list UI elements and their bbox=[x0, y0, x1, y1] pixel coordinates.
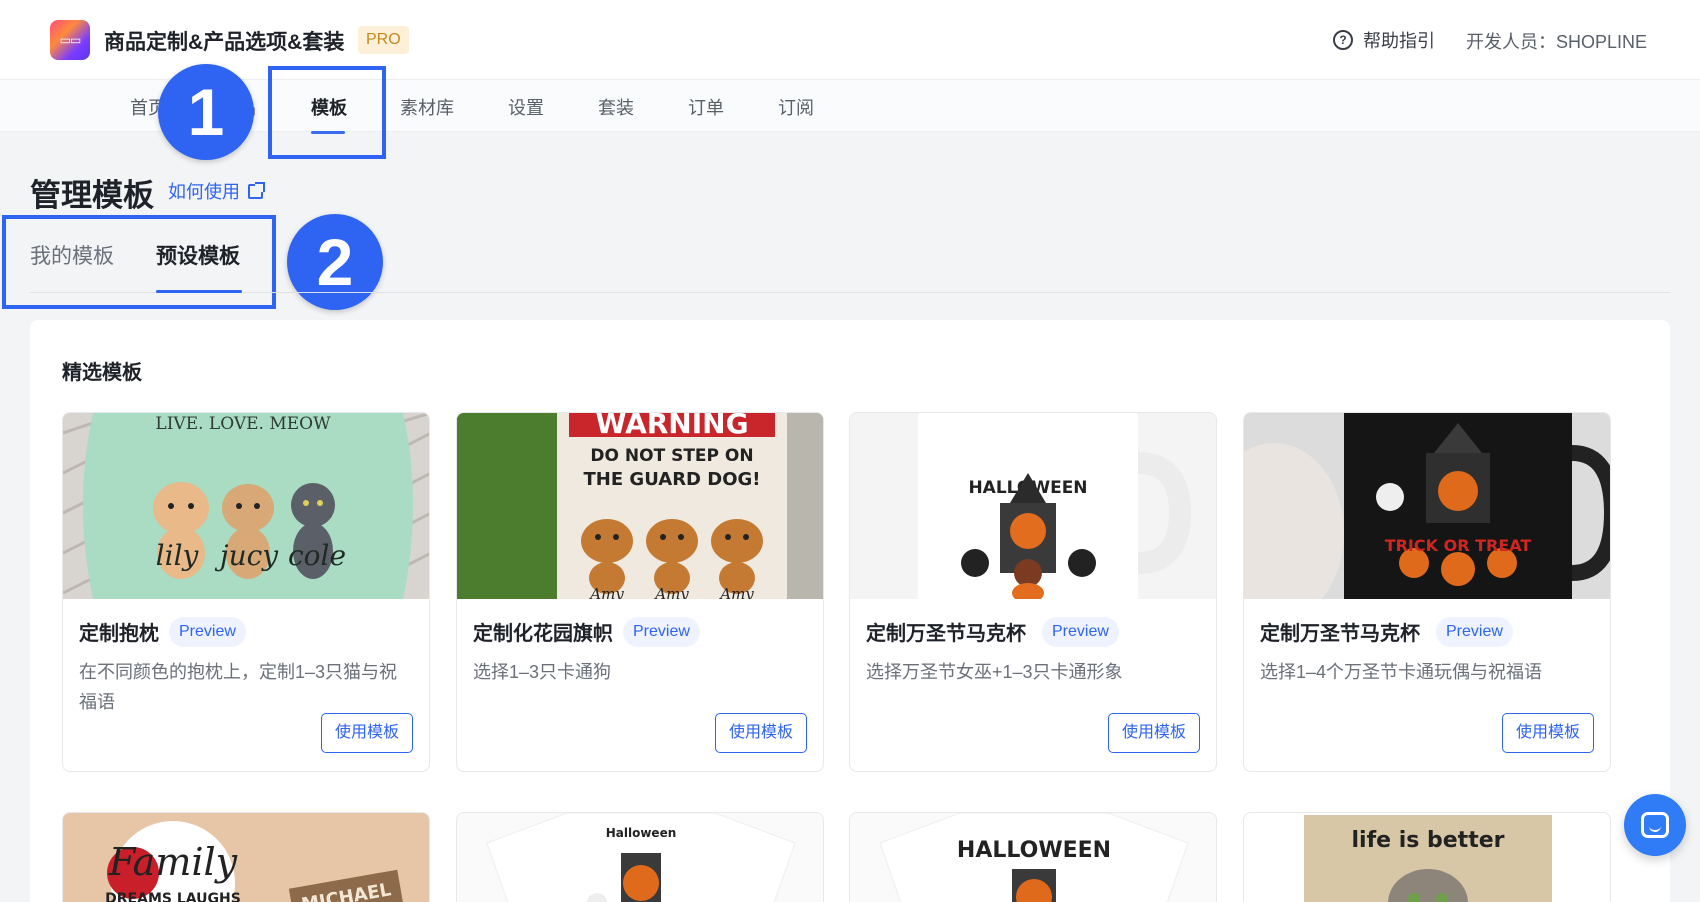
question-circle-icon: ? bbox=[1333, 30, 1353, 50]
pillow-name-2: jucy bbox=[214, 539, 279, 572]
mug-trick-text: TRICK OR TREAT bbox=[1385, 536, 1532, 555]
flag-name-3: Amy bbox=[718, 585, 754, 599]
use-template-button[interactable]: 使用模板 bbox=[321, 713, 413, 753]
life-better-text: life is better bbox=[1351, 828, 1504, 853]
use-template-button[interactable]: 使用模板 bbox=[1108, 713, 1200, 753]
tab-active-indicator bbox=[156, 290, 242, 293]
developer-info: 开发人员：SHOPLINE bbox=[1466, 32, 1648, 52]
callout-circle-2: 2 bbox=[287, 214, 383, 310]
tshirt-text-1: Halloween bbox=[606, 826, 677, 840]
callout-circle-1: 1 bbox=[158, 64, 254, 160]
help-guide-link[interactable]: ? 帮助指引 bbox=[1333, 27, 1435, 53]
flag-line-2: THE GUARD DOG! bbox=[584, 469, 761, 490]
help-label: 帮助指引 bbox=[1363, 31, 1435, 51]
template-card-partial[interactable]: Halloween bbox=[456, 812, 824, 902]
dreams-text: DREAMS LAUGHS bbox=[105, 891, 241, 902]
pro-badge: PRO bbox=[358, 26, 409, 54]
tshirt-text-2: HALLOWEEN bbox=[957, 838, 1111, 863]
garden-flag-image: WARNING DO NOT STEP ON THE GUARD DOG! Am… bbox=[457, 413, 823, 599]
family-text: Family bbox=[108, 840, 238, 884]
section-title: 精选模板 bbox=[62, 362, 142, 384]
template-card[interactable]: HALLOWEEN 定制万圣节马克杯 Preview 选择万圣节女巫+1–3只卡… bbox=[849, 412, 1217, 772]
preview-tag[interactable]: Preview bbox=[1042, 617, 1119, 647]
card-description: 选择1–3只卡通狗 bbox=[473, 662, 612, 682]
app-logo: ▭▭ bbox=[50, 20, 90, 60]
template-card[interactable]: TRICK OR TREAT 定制万圣节马克杯 Preview 选择1–4个万圣… bbox=[1243, 412, 1611, 772]
card-title: 定制万圣节马克杯 bbox=[1260, 623, 1420, 645]
black-mug-image: TRICK OR TREAT bbox=[1244, 413, 1610, 599]
template-card-partial[interactable]: HALLOWEEN bbox=[849, 812, 1217, 902]
chat-button[interactable] bbox=[1624, 794, 1686, 856]
callout-box-1 bbox=[268, 66, 386, 159]
pillow-image: LIVE. LOVE. MEOW lily jucy cole bbox=[63, 413, 429, 599]
app-header: ▭▭ 商品定制&产品选项&套装 PRO ? 帮助指引 开发人员：SHOPLINE bbox=[0, 0, 1700, 80]
card-description: 选择1–4个万圣节卡通玩偶与祝福语 bbox=[1260, 662, 1543, 682]
tab-my-templates[interactable]: 我的模板 bbox=[30, 240, 114, 270]
preview-tag[interactable]: Preview bbox=[169, 617, 246, 647]
use-template-button[interactable]: 使用模板 bbox=[715, 713, 807, 753]
card-title: 定制万圣节马克杯 bbox=[866, 623, 1026, 645]
flag-name-2: Amy bbox=[653, 585, 689, 599]
nav-settings[interactable]: 设置 bbox=[508, 94, 544, 120]
nav-subscription[interactable]: 订阅 bbox=[778, 94, 814, 120]
tab-preset-templates[interactable]: 预设模板 bbox=[156, 240, 240, 270]
nav-bundles[interactable]: 套装 bbox=[598, 94, 634, 120]
card-description: 选择万圣节女巫+1–3只卡通形象 bbox=[866, 662, 1123, 682]
template-card[interactable]: LIVE. LOVE. MEOW lily jucy cole 定制抱枕 Pre… bbox=[62, 412, 430, 772]
flag-name-1: Amy bbox=[588, 585, 624, 599]
pillow-text-top: LIVE. LOVE. MEOW bbox=[155, 414, 331, 434]
app-title: 商品定制&产品选项&套装 bbox=[104, 31, 345, 54]
page-title: 管理模板 bbox=[30, 178, 154, 213]
external-link-icon bbox=[248, 181, 265, 199]
chat-icon bbox=[1641, 812, 1669, 838]
use-template-button[interactable]: 使用模板 bbox=[1502, 713, 1594, 753]
pillow-name-3: cole bbox=[288, 539, 346, 572]
tabs-divider bbox=[30, 292, 1670, 293]
how-to-use-label: 如何使用 bbox=[168, 182, 240, 202]
pillow-name-1: lily bbox=[156, 539, 200, 572]
card-description: 在不同颜色的抱枕上，定制1–3只猫与祝福语 bbox=[79, 662, 398, 712]
template-card[interactable]: WARNING DO NOT STEP ON THE GUARD DOG! Am… bbox=[456, 412, 824, 772]
template-card-partial[interactable]: Family DREAMS LAUGHS MICHAEL bbox=[62, 812, 430, 902]
nav-assets[interactable]: 素材库 bbox=[400, 94, 454, 120]
main-nav: 首页 产品 模板 素材库 设置 套装 订单 订阅 bbox=[0, 80, 1700, 134]
nav-orders[interactable]: 订单 bbox=[688, 94, 724, 120]
preview-tag[interactable]: Preview bbox=[1436, 617, 1513, 647]
card-title: 定制化花园旗帜 bbox=[473, 623, 613, 645]
flag-warning-text: WARNING bbox=[595, 413, 748, 440]
how-to-use-link[interactable]: 如何使用 bbox=[168, 178, 265, 204]
preview-tag[interactable]: Preview bbox=[623, 617, 700, 647]
white-mug-image: HALLOWEEN bbox=[850, 413, 1216, 599]
flag-line-1: DO NOT STEP ON bbox=[590, 446, 753, 466]
card-title: 定制抱枕 bbox=[79, 623, 159, 645]
template-card-partial[interactable]: life is better bbox=[1243, 812, 1611, 902]
